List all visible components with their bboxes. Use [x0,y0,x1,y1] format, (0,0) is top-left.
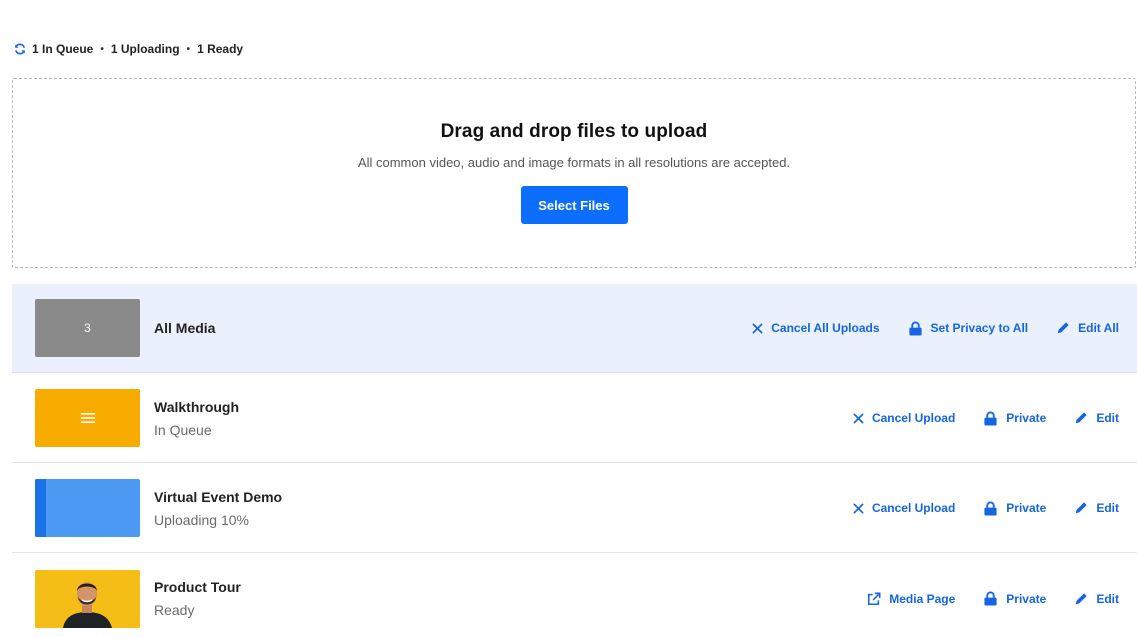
lock-icon [984,501,997,516]
lock-icon [984,411,997,426]
cancel-upload-label: Cancel Upload [871,411,956,425]
pencil-icon [1076,592,1088,604]
privacy-label: Private [1006,411,1047,425]
cancel-upload-button[interactable]: Cancel Upload [853,411,955,425]
status-ready: 1 Ready [197,42,244,56]
cancel-all-uploads-label: Cancel All Uploads [771,321,880,335]
edit-button[interactable]: Edit [1074,501,1119,515]
media-title: Product Tour [154,579,241,595]
media-row-product-tour: Product Tour Ready Media Page Private Ed… [12,554,1137,637]
close-icon [853,413,864,423]
edit-button[interactable]: Edit [1074,592,1119,606]
uploading-thumbnail [35,479,140,537]
person-thumbnail-image [35,569,140,628]
pencil-icon [1076,412,1088,424]
privacy-label: Private [1006,501,1047,515]
video-thumbnail[interactable] [35,569,140,628]
media-page-label: Media Page [889,591,956,606]
close-icon [853,503,864,513]
media-row-virtual-event-demo: Virtual Event Demo Uploading 10% Cancel … [12,464,1137,553]
all-media-title: All Media [154,320,216,336]
privacy-button[interactable]: Private [983,411,1046,426]
pencil-icon [1076,502,1088,514]
cancel-all-uploads-button[interactable]: Cancel All Uploads [752,321,880,335]
dropzone-description: All common video, audio and image format… [357,155,791,170]
status-in-queue: 1 In Queue [32,42,94,56]
media-title: Walkthrough [154,398,240,415]
lock-icon [908,321,922,336]
media-status: Uploading 10% [154,511,249,528]
status-uploading: 1 Uploading [110,42,180,56]
media-title: Virtual Event Demo [154,488,283,505]
privacy-button[interactable]: Private [983,501,1046,516]
lock-icon [984,591,997,606]
all-media-row: 3 All Media Cancel All Uploads Set Priva… [12,284,1137,373]
dropzone-title: Drag and drop files to upload [440,121,708,142]
pencil-icon [1057,322,1069,334]
upload-status-summary: 1 In Queue • 1 Uploading • 1 Ready [14,42,243,56]
media-count-thumbnail: 3 [35,299,140,357]
edit-button[interactable]: Edit [1074,411,1119,425]
set-privacy-all-button[interactable]: Set Privacy to All [908,321,1029,336]
cancel-upload-button[interactable]: Cancel Upload [853,501,955,515]
media-row-walkthrough: Walkthrough In Queue Cancel Upload Priva… [12,374,1137,463]
upload-progress-bar [35,479,46,537]
edit-label: Edit [1096,591,1119,606]
media-count: 3 [84,321,91,335]
edit-all-label: Edit All [1078,321,1119,335]
cancel-upload-label: Cancel Upload [871,501,956,515]
privacy-button[interactable]: Private [983,591,1046,606]
privacy-label: Private [1006,591,1047,606]
status-separator: • [100,43,104,55]
media-status: Ready [154,602,195,618]
edit-all-button[interactable]: Edit All [1056,321,1119,335]
close-icon [752,323,763,333]
set-privacy-all-label: Set Privacy to All [930,321,1029,335]
status-separator: • [186,43,191,55]
select-files-button[interactable]: Select Files [520,186,628,224]
edit-label: Edit [1096,501,1119,515]
queued-thumbnail [35,389,140,447]
external-link-icon [868,592,881,605]
sync-icon [14,43,26,55]
media-page-link[interactable]: Media Page [867,592,955,606]
queue-list-icon [80,413,95,423]
media-status: In Queue [154,421,212,438]
file-dropzone[interactable]: Drag and drop files to upload All common… [12,78,1136,268]
edit-label: Edit [1096,411,1119,425]
